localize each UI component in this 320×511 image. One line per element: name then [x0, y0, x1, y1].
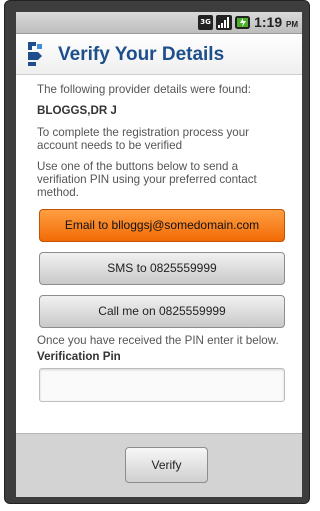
sms-pin-button[interactable]: SMS to 0825559999 [39, 252, 285, 285]
clock: 1:19 PM [254, 14, 298, 30]
pin-label: Verification Pin [37, 350, 121, 363]
pin-instructions: Once you have received the PIN enter it … [37, 334, 279, 347]
signal-strength-icon [216, 14, 233, 30]
status-icons: 3G 1:19 PM [198, 14, 298, 30]
provider-name: BLOGGS,DR J [37, 104, 117, 117]
verification-pin-input[interactable] [39, 368, 285, 402]
footer-bar: Verify [16, 433, 302, 497]
network-3g-icon: 3G [198, 14, 214, 30]
clock-ampm: PM [286, 20, 298, 29]
instructions-text: Use one of the buttons below to send a v… [37, 160, 257, 199]
battery-charging-icon [235, 15, 251, 29]
screen: 3G 1:19 PM Verify Your Details The follo… [16, 12, 302, 497]
intro-text: The following provider details were foun… [37, 83, 251, 96]
verify-message: To complete the registration process you… [37, 126, 250, 152]
verify-button[interactable]: Verify [125, 447, 208, 483]
main-content: The following provider details were foun… [16, 75, 302, 433]
title-bar: Verify Your Details [16, 34, 302, 75]
email-pin-button[interactable]: Email to blloggsj@somedomain.com [39, 209, 285, 242]
status-bar: 3G 1:19 PM [16, 12, 302, 34]
page-title: Verify Your Details [58, 44, 225, 65]
call-pin-button[interactable]: Call me on 0825559999 [39, 295, 285, 328]
clock-time: 1:19 [254, 14, 283, 30]
phone-frame: 3G 1:19 PM Verify Your Details The follo… [4, 0, 310, 504]
app-logo-icon [28, 42, 42, 66]
